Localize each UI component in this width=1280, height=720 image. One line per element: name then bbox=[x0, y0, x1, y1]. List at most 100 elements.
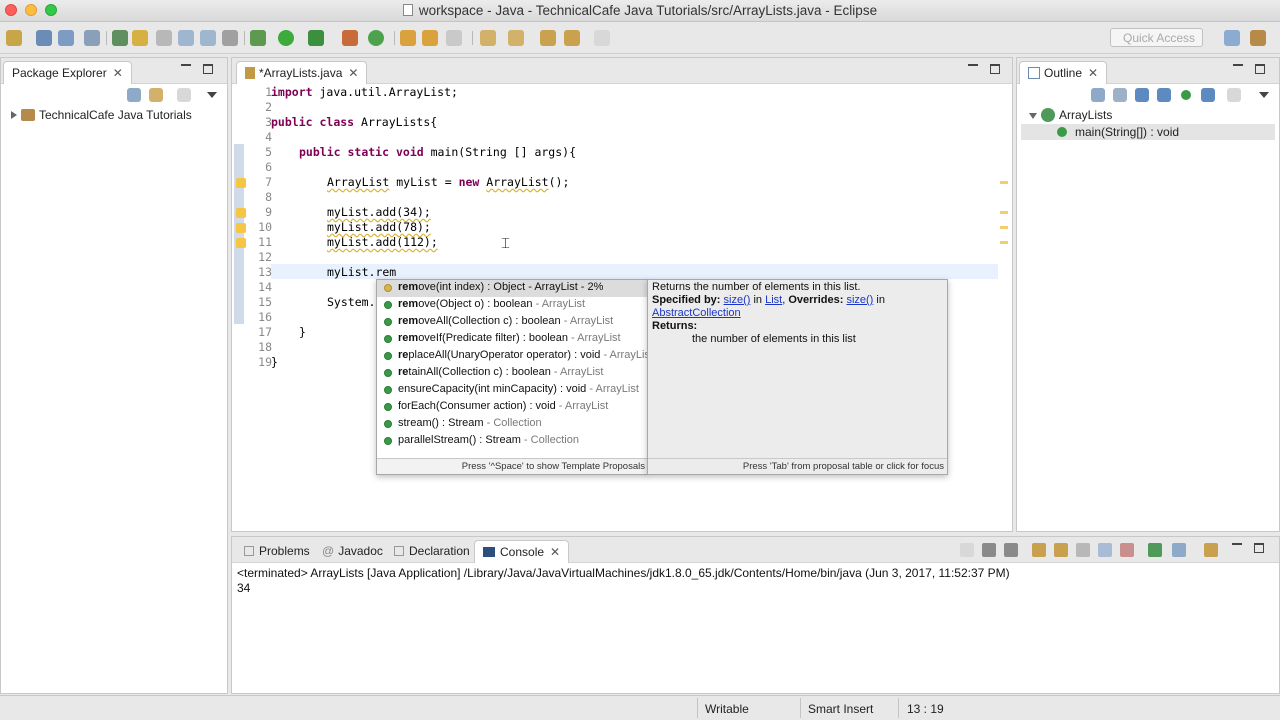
tab-problems[interactable]: Problems bbox=[236, 540, 318, 563]
close-icon[interactable]: ✕ bbox=[550, 545, 560, 559]
warning-icon[interactable] bbox=[236, 178, 246, 188]
debug-icon[interactable] bbox=[250, 30, 266, 46]
save-icon[interactable] bbox=[36, 30, 52, 46]
next-edit-icon[interactable] bbox=[480, 30, 496, 46]
overview-warning-mark[interactable] bbox=[1000, 211, 1008, 214]
skip-breakpoints-icon[interactable] bbox=[156, 30, 172, 46]
maximize-icon[interactable] bbox=[1254, 543, 1264, 553]
view-menu-icon[interactable] bbox=[207, 92, 217, 98]
collapse-all-icon[interactable] bbox=[1091, 88, 1105, 102]
open-type-icon[interactable] bbox=[400, 30, 416, 46]
collapse-all-icon[interactable] bbox=[127, 88, 141, 102]
show-whitespace-icon[interactable] bbox=[222, 30, 238, 46]
tab-console[interactable]: Console ✕ bbox=[474, 540, 570, 563]
previous-edit-icon[interactable] bbox=[508, 30, 524, 46]
tab-declaration[interactable]: Declaration bbox=[386, 540, 478, 563]
status-insert-mode[interactable]: Smart Insert bbox=[808, 702, 873, 716]
tab-outline[interactable]: Outline ✕ bbox=[1019, 61, 1108, 84]
overview-warning-mark[interactable] bbox=[1000, 241, 1008, 244]
proposal-item[interactable]: retainAll(Collection c) : boolean - Arra… bbox=[377, 365, 647, 382]
hide-nonpublic-icon[interactable] bbox=[1181, 90, 1191, 100]
last-edit-location-icon[interactable] bbox=[540, 30, 556, 46]
block-selection-icon[interactable] bbox=[200, 30, 216, 46]
show-stdout-icon[interactable] bbox=[1098, 543, 1112, 557]
open-perspective-icon[interactable] bbox=[1224, 30, 1240, 46]
tab-arraylists-java[interactable]: *ArrayLists.java ✕ bbox=[236, 61, 368, 84]
focus-icon[interactable] bbox=[177, 88, 191, 102]
tree-item-project[interactable]: TechnicalCafe Java Tutorials bbox=[11, 108, 192, 122]
show-stderr-icon[interactable] bbox=[1120, 543, 1134, 557]
expand-icon[interactable] bbox=[11, 111, 17, 119]
open-folder-icon[interactable] bbox=[422, 30, 438, 46]
forward-icon[interactable] bbox=[594, 30, 610, 46]
proposal-item[interactable]: replaceAll(UnaryOperator operator) : voi… bbox=[377, 348, 647, 365]
hide-static-icon[interactable] bbox=[1157, 88, 1171, 102]
new-java-project-icon[interactable] bbox=[368, 30, 384, 46]
maximize-icon[interactable] bbox=[203, 64, 213, 74]
focus-icon[interactable] bbox=[1227, 88, 1241, 102]
back-icon[interactable] bbox=[564, 30, 580, 46]
close-icon[interactable]: ✕ bbox=[113, 66, 123, 80]
hide-fields-icon[interactable] bbox=[1135, 88, 1149, 102]
clear-console-icon[interactable] bbox=[1032, 543, 1046, 557]
collapse-icon[interactable] bbox=[1029, 113, 1037, 119]
abstract-collection-link[interactable]: AbstractCollection bbox=[652, 307, 741, 319]
close-icon[interactable]: ✕ bbox=[348, 66, 358, 80]
java-perspective-icon[interactable] bbox=[1250, 30, 1266, 46]
overview-warning-mark[interactable] bbox=[1000, 226, 1008, 229]
proposal-item[interactable]: removeIf(Predicate filter) : boolean - A… bbox=[377, 331, 647, 348]
run-icon[interactable] bbox=[278, 30, 294, 46]
pin-icon[interactable] bbox=[84, 30, 100, 46]
display-console-icon[interactable] bbox=[1172, 543, 1186, 557]
close-icon[interactable]: ✕ bbox=[1088, 66, 1098, 80]
minimize-icon[interactable] bbox=[181, 64, 191, 66]
minimize-icon[interactable] bbox=[968, 64, 978, 66]
specified-by-method-link[interactable]: size() bbox=[724, 294, 751, 306]
new-icon[interactable] bbox=[6, 30, 22, 46]
maximize-icon[interactable] bbox=[990, 64, 1000, 74]
warning-icon[interactable] bbox=[236, 238, 246, 248]
remove-launch-icon[interactable] bbox=[982, 543, 996, 557]
terminate-icon[interactable] bbox=[960, 543, 974, 557]
proposal-item[interactable]: remove(int index) : Object - ArrayList -… bbox=[377, 280, 647, 297]
javadoc-popup[interactable]: Returns the number of elements in this l… bbox=[647, 279, 948, 475]
overrides-method-link[interactable]: size() bbox=[846, 294, 873, 306]
proposal-item[interactable]: ensureCapacity(int minCapacity) : void -… bbox=[377, 382, 647, 399]
proposal-item[interactable]: forEach(Consumer action) : void - ArrayL… bbox=[377, 399, 647, 416]
view-menu-icon[interactable] bbox=[1259, 92, 1269, 98]
maximize-icon[interactable] bbox=[1255, 64, 1265, 74]
minimize-icon[interactable] bbox=[1233, 64, 1243, 66]
hide-local-types-icon[interactable] bbox=[1201, 88, 1215, 102]
overview-warning-mark[interactable] bbox=[1000, 181, 1008, 184]
link-with-editor-icon[interactable] bbox=[149, 88, 163, 102]
sort-icon[interactable] bbox=[1113, 88, 1127, 102]
pin-console-icon[interactable] bbox=[1148, 543, 1162, 557]
toggle-breakpoint-icon[interactable] bbox=[112, 30, 128, 46]
proposal-item[interactable]: removeAll(Collection c) : boolean - Arra… bbox=[377, 314, 647, 331]
next-annotation-icon[interactable] bbox=[178, 30, 194, 46]
remove-all-terminated-icon[interactable] bbox=[1004, 543, 1018, 557]
proposal-item[interactable]: stream() : Stream - Collection bbox=[377, 416, 647, 433]
minimize-icon[interactable] bbox=[1232, 543, 1242, 545]
coverage-icon[interactable] bbox=[308, 30, 324, 46]
tab-javadoc[interactable]: @ Javadoc bbox=[314, 540, 391, 563]
outline-method-item[interactable]: main(String[]) : void bbox=[1057, 125, 1179, 139]
proposal-item[interactable]: parallelStream() : Stream - Collection bbox=[377, 433, 647, 450]
quick-access-input[interactable]: Quick Access bbox=[1110, 28, 1203, 47]
warning-icon[interactable] bbox=[236, 208, 246, 218]
proposal-item[interactable]: remove(Object o) : boolean - ArrayList bbox=[377, 297, 647, 314]
search-icon[interactable] bbox=[446, 30, 462, 46]
console-output[interactable]: 34 bbox=[237, 581, 250, 595]
list-link[interactable]: List bbox=[765, 294, 782, 306]
status-cursor-position[interactable]: 13 : 19 bbox=[907, 702, 944, 716]
warning-icon[interactable] bbox=[236, 223, 246, 233]
tab-package-explorer[interactable]: Package Explorer ✕ bbox=[3, 61, 132, 84]
open-console-icon[interactable] bbox=[1204, 543, 1218, 557]
line-number: 11 bbox=[258, 235, 272, 249]
external-tools-icon[interactable] bbox=[342, 30, 358, 46]
save-all-icon[interactable] bbox=[58, 30, 74, 46]
word-wrap-icon[interactable] bbox=[1076, 543, 1090, 557]
highlight-icon[interactable] bbox=[132, 30, 148, 46]
outline-class-item[interactable]: ArrayLists bbox=[1029, 108, 1112, 122]
scroll-lock-icon[interactable] bbox=[1054, 543, 1068, 557]
